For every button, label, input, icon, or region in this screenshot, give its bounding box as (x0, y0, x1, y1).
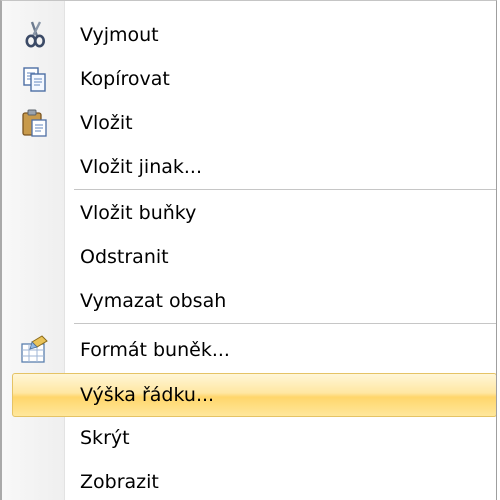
menu-item-paste[interactable]: Vložit (4, 101, 494, 145)
menu-item-format-cells[interactable]: Formát buněk... (4, 328, 494, 372)
menu-item-label: Skrýt (80, 427, 130, 449)
menu-item-paste-special[interactable]: Vložit jinak... (4, 145, 494, 189)
format-cells-icon (18, 333, 52, 367)
menu-item-label: Vyjmout (80, 24, 159, 46)
scissors-icon (18, 18, 52, 52)
menu-separator (74, 323, 496, 327)
menu-item-clear-contents[interactable]: Vymazat obsah (4, 279, 494, 323)
menu-item-label: Zobrazit (80, 471, 159, 493)
context-menu: Vyjmout Kopírovat Vložit Vložit jinak...… (0, 0, 497, 500)
menu-item-hide[interactable]: Skrýt (4, 416, 494, 460)
menu-item-cut[interactable]: Vyjmout (4, 13, 494, 57)
menu-item-label: Vložit jinak... (80, 156, 203, 178)
menu-item-unhide[interactable]: Zobrazit (4, 460, 494, 500)
menu-item-delete[interactable]: Odstranit (4, 235, 494, 279)
paste-icon (18, 106, 52, 140)
menu-item-label: Formát buněk... (80, 339, 230, 361)
menu-item-label: Odstranit (80, 246, 169, 268)
menu-item-label: Vymazat obsah (80, 290, 227, 312)
menu-item-insert-cells[interactable]: Vložit buňky (4, 191, 494, 235)
menu-item-label: Kopírovat (80, 68, 170, 90)
copy-icon (18, 62, 52, 96)
menu-item-row-height[interactable]: Výška řádku... (12, 373, 496, 417)
menu-item-label: Výška řádku... (80, 384, 215, 406)
menu-item-copy[interactable]: Kopírovat (4, 57, 494, 101)
menu-item-label: Vložit (80, 112, 133, 134)
menu-item-label: Vložit buňky (80, 202, 197, 224)
